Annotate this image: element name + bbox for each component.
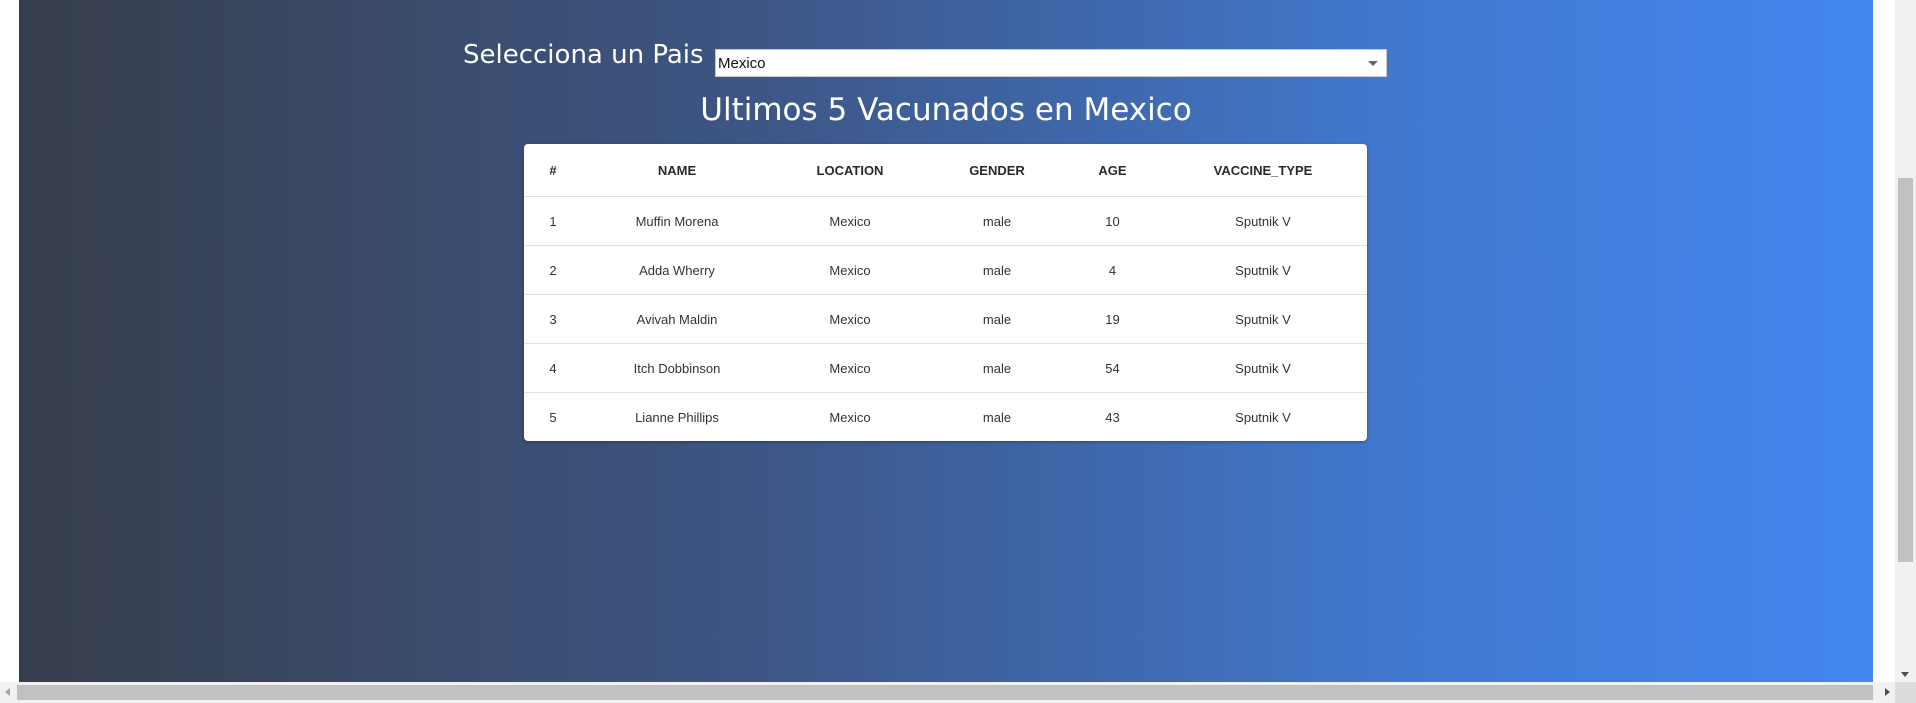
cell-age: 4 xyxy=(1066,245,1159,295)
cell-gender: male xyxy=(928,294,1066,344)
table-header-row: # NAME LOCATION GENDER AGE VACCINE_TYPE xyxy=(524,144,1367,197)
country-select[interactable]: Mexico xyxy=(715,49,1387,77)
column-header-name[interactable]: NAME xyxy=(582,144,772,197)
cell-gender: male xyxy=(928,245,1066,295)
arrow-left-icon[interactable] xyxy=(5,688,10,696)
cell-age: 19 xyxy=(1066,294,1159,344)
column-header-gender[interactable]: GENDER xyxy=(928,144,1066,197)
table-row: 4 Itch Dobbinson Mexico male 54 Sputnik … xyxy=(524,343,1367,393)
cell-number: 3 xyxy=(524,294,582,344)
cell-number: 1 xyxy=(524,196,582,246)
cell-gender: male xyxy=(928,196,1066,246)
cell-vaccine-type: Sputnik V xyxy=(1159,294,1367,344)
vertical-scrollbar-thumb[interactable] xyxy=(1898,178,1913,562)
column-header-location[interactable]: LOCATION xyxy=(772,144,928,197)
scrollbar-corner xyxy=(1895,682,1916,703)
cell-age: 10 xyxy=(1066,196,1159,246)
cell-name: Adda Wherry xyxy=(582,245,772,295)
vaccinated-table: # NAME LOCATION GENDER AGE VACCINE_TYPE … xyxy=(524,144,1367,441)
column-header-vaccine-type[interactable]: VACCINE_TYPE xyxy=(1159,144,1367,197)
cell-location: Mexico xyxy=(772,196,928,246)
country-select-value: Mexico xyxy=(718,55,766,72)
cell-vaccine-type: Sputnik V xyxy=(1159,245,1367,295)
cell-age: 43 xyxy=(1105,409,1120,425)
arrow-down-icon[interactable] xyxy=(1901,672,1909,677)
cell-name: Itch Dobbinson xyxy=(582,343,772,393)
page-margin-right xyxy=(1873,0,1895,682)
browser-viewport: Selecciona un Pais Mexico Ultimos 5 Vacu… xyxy=(0,0,1916,703)
cell-location: Mexico xyxy=(772,294,928,344)
table-row: 1 Muffin Morena Mexico male 10 Sputnik V xyxy=(524,196,1367,246)
cell-location: Mexico xyxy=(772,343,928,393)
page-margin-left xyxy=(0,0,19,682)
cell-gender: male xyxy=(982,409,1012,425)
cell-name: Avivah Maldin xyxy=(582,294,772,344)
horizontal-scrollbar[interactable] xyxy=(0,682,1895,703)
arrow-right-icon[interactable] xyxy=(1885,688,1890,696)
cell-number: 5 xyxy=(549,409,557,425)
cell-vaccine-type: Sputnik V xyxy=(1235,409,1291,425)
table-row: 5 Lianne Phillips Mexico male 43 Sputnik… xyxy=(524,393,1367,442)
page-title: Ultimos 5 Vacunados en Mexico xyxy=(700,92,1192,128)
cell-location: Mexico xyxy=(829,409,871,425)
cell-name: Lianne Phillips xyxy=(635,409,719,425)
cell-vaccine-type: Sputnik V xyxy=(1159,343,1367,393)
column-header-age[interactable]: AGE xyxy=(1066,144,1159,197)
cell-number: 4 xyxy=(524,343,582,393)
cell-number: 2 xyxy=(524,245,582,295)
cell-gender: male xyxy=(928,343,1066,393)
cell-age: 54 xyxy=(1066,343,1159,393)
country-selector-label: Selecciona un Pais xyxy=(463,40,704,70)
vaccinated-table-card: # NAME LOCATION GENDER AGE VACCINE_TYPE … xyxy=(524,144,1367,441)
cell-vaccine-type: Sputnik V xyxy=(1159,196,1367,246)
vertical-scrollbar[interactable] xyxy=(1895,0,1916,682)
cell-location: Mexico xyxy=(772,245,928,295)
table-row: 2 Adda Wherry Mexico male 4 Sputnik V xyxy=(524,245,1367,295)
column-header-number[interactable]: # xyxy=(524,144,582,197)
cell-name: Muffin Morena xyxy=(582,196,772,246)
chevron-down-icon xyxy=(1368,61,1378,66)
horizontal-scrollbar-thumb[interactable] xyxy=(17,685,1873,700)
table-row: 3 Avivah Maldin Mexico male 19 Sputnik V xyxy=(524,294,1367,344)
